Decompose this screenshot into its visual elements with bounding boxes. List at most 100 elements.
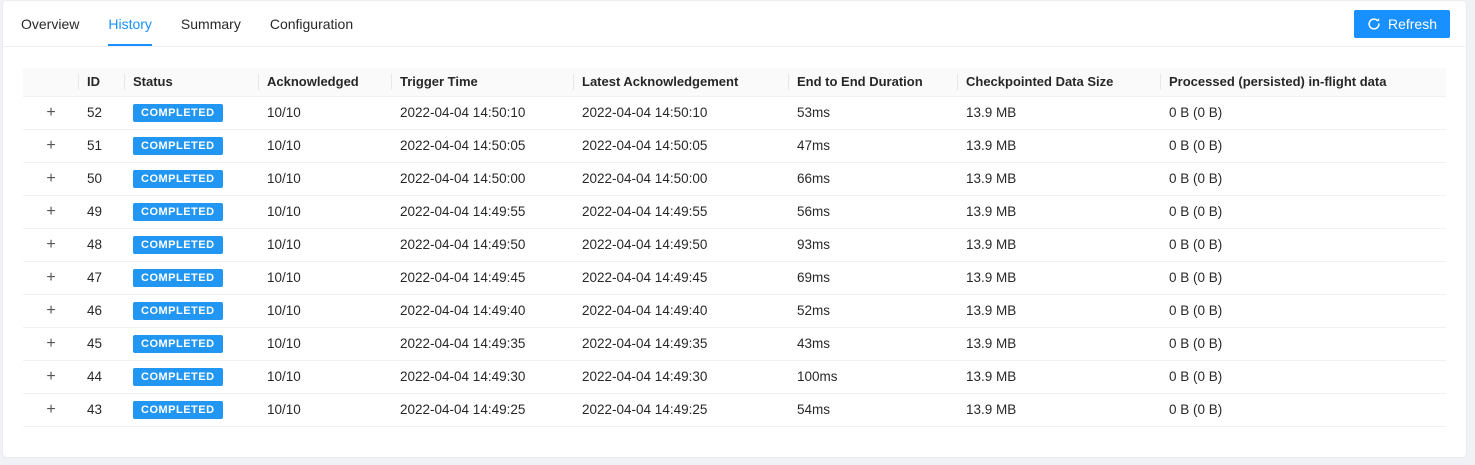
cell-latest-acknowledgement: 2022-04-04 14:50:05 <box>574 129 789 163</box>
expand-cell: + <box>23 195 79 229</box>
cell-id: 43 <box>79 393 125 427</box>
cell-checkpointed-data-size: 13.9 MB <box>958 96 1161 130</box>
cell-processed-in-flight: 0 B (0 B) <box>1161 195 1446 229</box>
cell-checkpointed-data-size: 13.9 MB <box>958 294 1161 328</box>
cell-checkpointed-data-size: 13.9 MB <box>958 129 1161 163</box>
cell-id: 50 <box>79 162 125 196</box>
cell-status: COMPLETED <box>125 96 259 130</box>
table-row: + 43 COMPLETED 10/10 2022-04-04 14:49:25… <box>23 393 1446 427</box>
expand-row-button[interactable]: + <box>42 136 59 156</box>
cell-processed-in-flight: 0 B (0 B) <box>1161 360 1446 394</box>
cell-trigger-time: 2022-04-04 14:49:30 <box>392 360 574 394</box>
cell-trigger-time: 2022-04-04 14:49:25 <box>392 393 574 427</box>
expand-row-button[interactable]: + <box>42 268 59 288</box>
cell-checkpointed-data-size: 13.9 MB <box>958 393 1161 427</box>
column-header-latest-acknowledgement: Latest Acknowledgement <box>574 68 789 97</box>
tab-configuration[interactable]: Configuration <box>270 1 353 46</box>
cell-acknowledged: 10/10 <box>259 162 392 196</box>
expand-cell: + <box>23 261 79 295</box>
cell-trigger-time: 2022-04-04 14:49:50 <box>392 228 574 262</box>
cell-end-to-end-duration: 47ms <box>789 129 958 163</box>
expand-row-button[interactable]: + <box>42 202 59 222</box>
cell-processed-in-flight: 0 B (0 B) <box>1161 261 1446 295</box>
expand-cell: + <box>23 327 79 361</box>
expand-cell: + <box>23 162 79 196</box>
cell-trigger-time: 2022-04-04 14:49:45 <box>392 261 574 295</box>
cell-latest-acknowledgement: 2022-04-04 14:49:50 <box>574 228 789 262</box>
expand-row-button[interactable]: + <box>42 103 59 123</box>
expand-row-button[interactable]: + <box>42 301 59 321</box>
table-row: + 50 COMPLETED 10/10 2022-04-04 14:50:00… <box>23 162 1446 196</box>
cell-status: COMPLETED <box>125 228 259 262</box>
cell-acknowledged: 10/10 <box>259 360 392 394</box>
refresh-button[interactable]: Refresh <box>1353 10 1450 38</box>
cell-latest-acknowledgement: 2022-04-04 14:49:30 <box>574 360 789 394</box>
column-header-trigger-time: Trigger Time <box>392 68 574 97</box>
cell-end-to-end-duration: 52ms <box>789 294 958 328</box>
cell-acknowledged: 10/10 <box>259 96 392 130</box>
column-header-checkpointed-data-size: Checkpointed Data Size <box>958 68 1161 97</box>
cell-status: COMPLETED <box>125 129 259 163</box>
cell-acknowledged: 10/10 <box>259 261 392 295</box>
expand-cell: + <box>23 360 79 394</box>
cell-checkpointed-data-size: 13.9 MB <box>958 360 1161 394</box>
cell-status: COMPLETED <box>125 327 259 361</box>
cell-acknowledged: 10/10 <box>259 129 392 163</box>
cell-processed-in-flight: 0 B (0 B) <box>1161 393 1446 427</box>
cell-end-to-end-duration: 69ms <box>789 261 958 295</box>
cell-acknowledged: 10/10 <box>259 228 392 262</box>
column-header-processed-in-flight: Processed (persisted) in-flight data <box>1161 68 1446 97</box>
status-badge: COMPLETED <box>133 136 223 155</box>
status-badge: COMPLETED <box>133 367 223 386</box>
cell-latest-acknowledgement: 2022-04-04 14:49:45 <box>574 261 789 295</box>
expand-row-button[interactable]: + <box>42 235 59 255</box>
cell-end-to-end-duration: 54ms <box>789 393 958 427</box>
expand-cell: + <box>23 228 79 262</box>
cell-status: COMPLETED <box>125 261 259 295</box>
tab-history[interactable]: History <box>108 1 152 46</box>
cell-acknowledged: 10/10 <box>259 294 392 328</box>
cell-id: 44 <box>79 360 125 394</box>
cell-processed-in-flight: 0 B (0 B) <box>1161 294 1446 328</box>
cell-processed-in-flight: 0 B (0 B) <box>1161 96 1446 130</box>
cell-id: 48 <box>79 228 125 262</box>
expand-cell: + <box>23 96 79 130</box>
expand-row-button[interactable]: + <box>42 334 59 354</box>
table-row: + 51 COMPLETED 10/10 2022-04-04 14:50:05… <box>23 129 1446 163</box>
cell-status: COMPLETED <box>125 393 259 427</box>
cell-checkpointed-data-size: 13.9 MB <box>958 261 1161 295</box>
column-header-end-to-end-duration: End to End Duration <box>789 68 958 97</box>
status-badge: COMPLETED <box>133 400 223 419</box>
expand-row-button[interactable]: + <box>42 367 59 387</box>
table-row: + 44 COMPLETED 10/10 2022-04-04 14:49:30… <box>23 360 1446 394</box>
expand-row-button[interactable]: + <box>42 400 59 420</box>
table-row: + 48 COMPLETED 10/10 2022-04-04 14:49:50… <box>23 228 1446 262</box>
table-body: + 52 COMPLETED 10/10 2022-04-04 14:50:10… <box>23 96 1446 427</box>
cell-id: 51 <box>79 129 125 163</box>
cell-checkpointed-data-size: 13.9 MB <box>958 327 1161 361</box>
cell-checkpointed-data-size: 13.9 MB <box>958 162 1161 196</box>
cell-status: COMPLETED <box>125 195 259 229</box>
status-badge: COMPLETED <box>133 334 223 353</box>
cell-end-to-end-duration: 100ms <box>789 360 958 394</box>
tab-overview[interactable]: Overview <box>21 1 79 46</box>
table-row: + 46 COMPLETED 10/10 2022-04-04 14:49:40… <box>23 294 1446 328</box>
cell-trigger-time: 2022-04-04 14:50:05 <box>392 129 574 163</box>
cell-id: 52 <box>79 96 125 130</box>
cell-latest-acknowledgement: 2022-04-04 14:50:10 <box>574 96 789 130</box>
cell-end-to-end-duration: 53ms <box>789 96 958 130</box>
cell-trigger-time: 2022-04-04 14:49:55 <box>392 195 574 229</box>
status-badge: COMPLETED <box>133 103 223 122</box>
status-badge: COMPLETED <box>133 169 223 188</box>
cell-processed-in-flight: 0 B (0 B) <box>1161 327 1446 361</box>
checkpoints-panel: Overview History Summary Configuration R… <box>2 0 1467 458</box>
table-row: + 45 COMPLETED 10/10 2022-04-04 14:49:35… <box>23 327 1446 361</box>
tab-bar: Overview History Summary Configuration R… <box>3 1 1466 47</box>
expand-row-button[interactable]: + <box>42 169 59 189</box>
tab-summary[interactable]: Summary <box>181 1 241 46</box>
cell-processed-in-flight: 0 B (0 B) <box>1161 228 1446 262</box>
checkpoints-table: ID Status Acknowledged Trigger Time Late… <box>23 68 1446 427</box>
table-header-row: ID Status Acknowledged Trigger Time Late… <box>23 68 1446 97</box>
cell-trigger-time: 2022-04-04 14:50:10 <box>392 96 574 130</box>
cell-end-to-end-duration: 93ms <box>789 228 958 262</box>
